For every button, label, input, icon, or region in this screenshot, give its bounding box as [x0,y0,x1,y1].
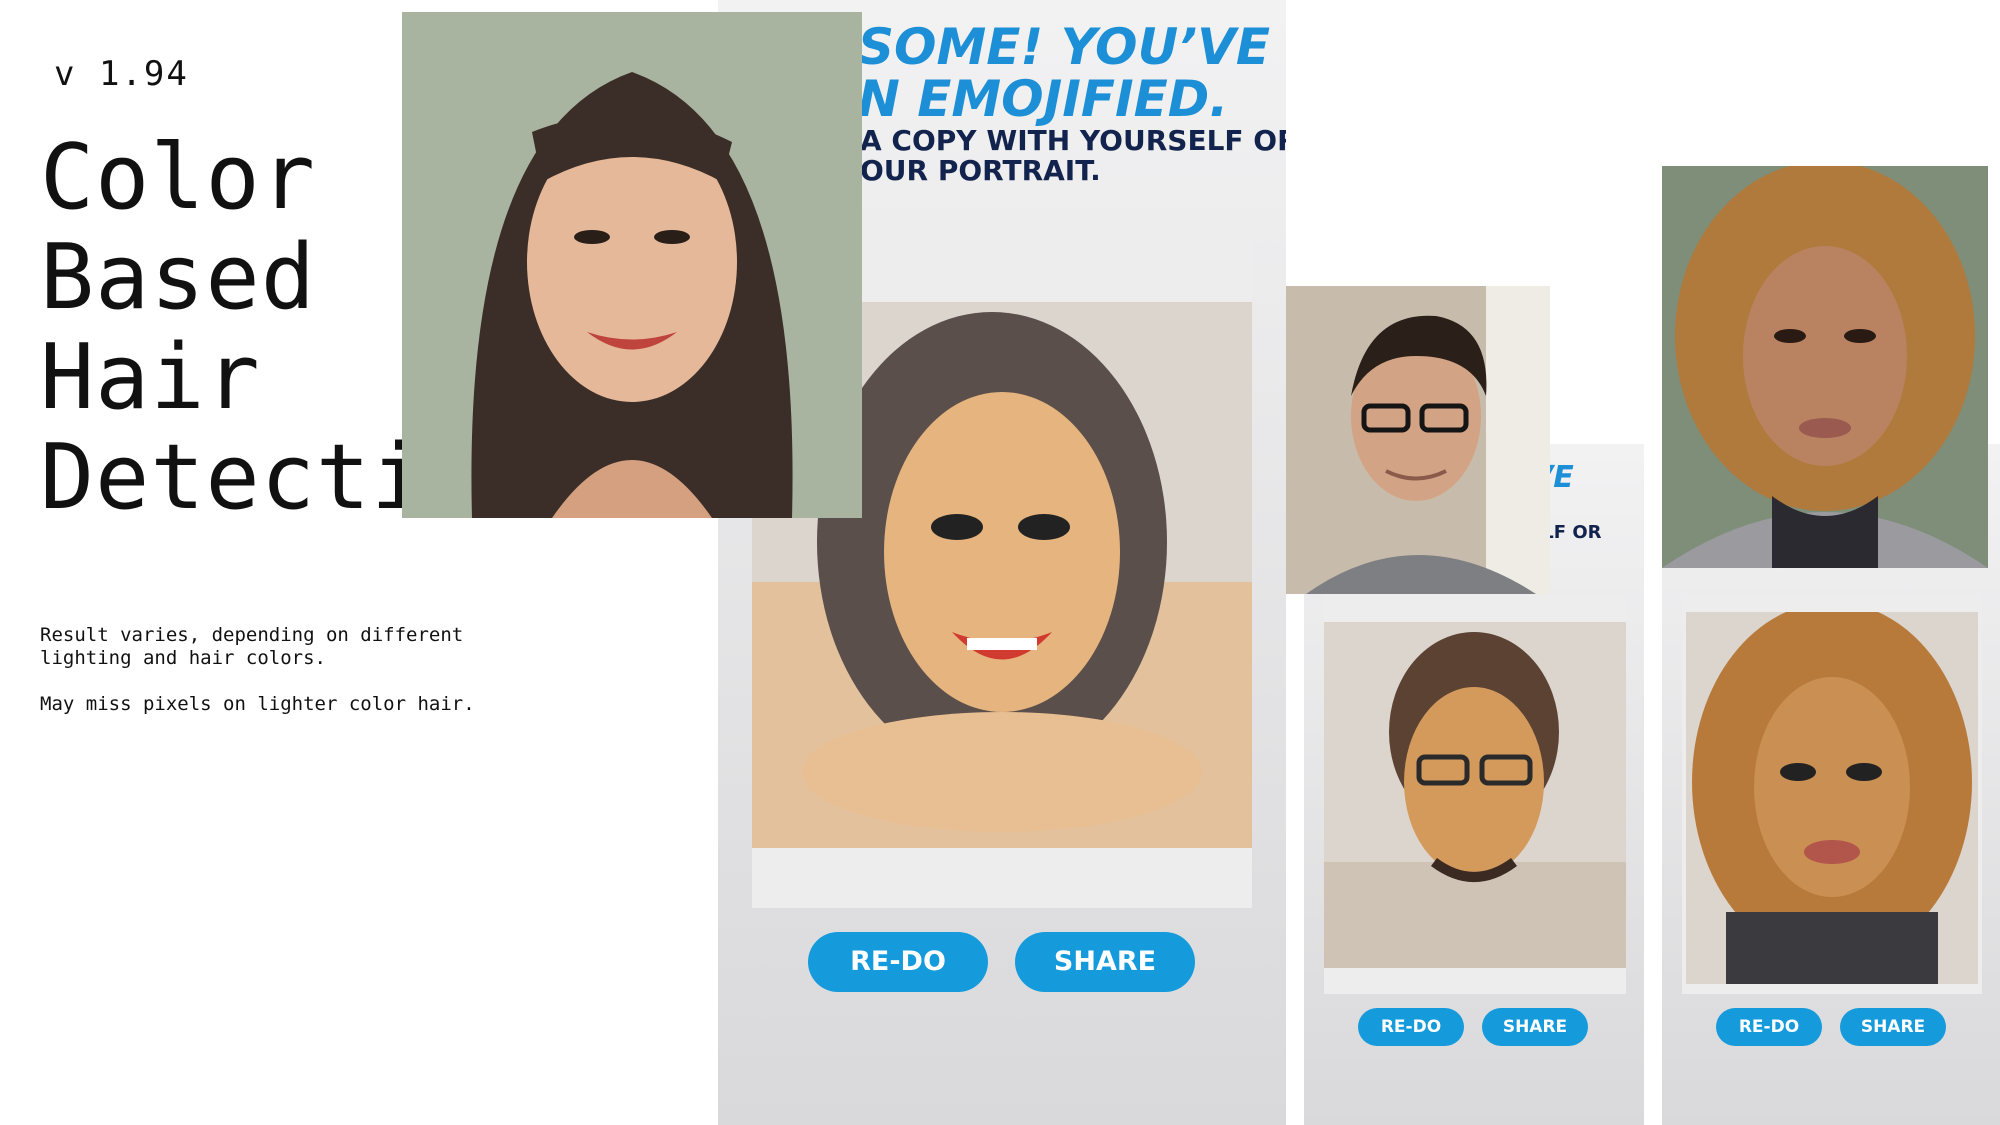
headline: N EMOJIFIED. [858,70,1229,128]
version-label: v 1.94 [54,54,189,94]
subheadline: OUR PORTRAIT. [860,154,1101,187]
note-text: May miss pixels on lighter color hair. [40,693,475,715]
title-line: Detection [40,425,420,528]
title-line: Hair [40,325,261,430]
headline: SOME! YOU’VE [858,18,1271,76]
share-button[interactable]: SHARE [1840,1008,1946,1046]
portrait-photo-man [1286,286,1550,594]
subheadline: A COPY WITH YOURSELF OR [860,124,1286,157]
portrait-photo-woman [402,12,862,518]
redo-button[interactable]: RE-DO [1716,1008,1822,1046]
share-button[interactable]: SHARE [1015,932,1195,992]
page-title: Color Based Hair Detection [40,128,420,528]
title-line: Color [40,128,316,230]
share-button[interactable]: SHARE [1482,1008,1588,1046]
portrait-photo-woman-curly [1662,166,1988,568]
emoji-mosaic-image [1324,622,1626,968]
emoji-mosaic-image [1686,612,1978,984]
redo-button[interactable]: RE-DO [808,932,988,992]
note-text: Result varies, depending on different li… [40,624,464,669]
redo-button[interactable]: RE-DO [1358,1008,1464,1046]
notes: Result varies, depending on different li… [40,624,560,739]
title-line: Based [40,225,316,330]
